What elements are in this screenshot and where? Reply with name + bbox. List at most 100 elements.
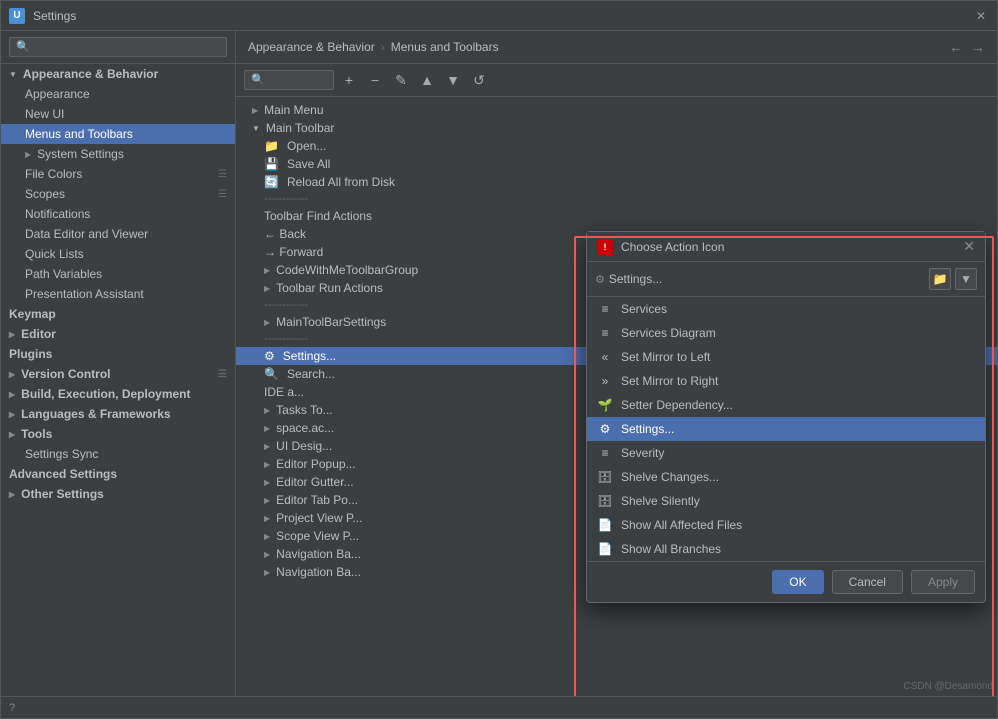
sidebar-item-keymap[interactable]: Keymap <box>1 304 235 324</box>
dialog-item-services[interactable]: ≡ Services <box>587 297 985 321</box>
dialog-item-show-all-affected[interactable]: 📄 Show All Affected Files <box>587 513 985 537</box>
sidebar-item-data-editor[interactable]: Data Editor and Viewer <box>1 224 235 244</box>
sidebar-item-plugins[interactable]: Plugins <box>1 344 235 364</box>
breadcrumb: Appearance & Behavior › Menus and Toolba… <box>236 31 997 64</box>
sidebar-item-other-settings[interactable]: ▶ Other Settings <box>1 484 235 504</box>
dialog-apply-button[interactable]: Apply <box>911 570 975 594</box>
dialog-cancel-button[interactable]: Cancel <box>832 570 903 594</box>
sidebar-search-input[interactable] <box>9 37 227 57</box>
tree-item-label: Search... <box>287 367 335 381</box>
sidebar-item-path-variables[interactable]: Path Variables <box>1 264 235 284</box>
tree-item-label: Scope View P... <box>276 529 359 543</box>
tree-item-label: ← Back <box>264 227 306 241</box>
choose-action-icon-dialog: ! Choose Action Icon ✕ ⚙ 📁 ▼ ≡ Services <box>586 231 986 603</box>
sidebar-item-menus-toolbars[interactable]: Menus and Toolbars <box>1 124 235 144</box>
mirror-right-icon: » <box>597 373 613 389</box>
sidebar-item-tools[interactable]: ▶ Tools <box>1 424 235 444</box>
expand-icon: ▶ <box>264 424 270 433</box>
tree-item-save-all[interactable]: 💾 Save All <box>236 155 997 173</box>
expand-icon: ▶ <box>264 284 270 293</box>
setter-dependency-icon: 🌱 <box>597 397 613 413</box>
dialog-dropdown-button[interactable]: ▼ <box>955 268 977 290</box>
tree-item-label: Project View P... <box>276 511 362 525</box>
nav-back-button[interactable]: ← <box>949 39 963 55</box>
expand-icon: ▶ <box>264 478 270 487</box>
sidebar-item-notifications[interactable]: Notifications <box>1 204 235 224</box>
sidebar-item-scopes[interactable]: Scopes ☰ <box>1 184 235 204</box>
dialog-item-label: Services <box>621 302 667 316</box>
dialog-item-settings[interactable]: ⚙ Settings... <box>587 417 985 441</box>
toolbar-search-input[interactable] <box>244 70 334 90</box>
dialog-ok-button[interactable]: OK <box>772 570 823 594</box>
tree-item-main-menu[interactable]: ▶ Main Menu <box>236 101 997 119</box>
dialog-item-setter-dependency[interactable]: 🌱 Setter Dependency... <box>587 393 985 417</box>
move-down-button[interactable]: ▼ <box>442 69 464 91</box>
tree-item-label: → Forward <box>264 245 323 259</box>
tree-item-label: Navigation Ba... <box>276 565 361 579</box>
dialog-item-services-diagram[interactable]: ≡ Services Diagram <box>587 321 985 345</box>
close-button[interactable]: ✕ <box>973 8 989 24</box>
tree-item-toolbar-find[interactable]: Toolbar Find Actions <box>236 207 997 225</box>
sidebar-item-appearance-behavior[interactable]: ▼ Appearance & Behavior <box>1 64 235 84</box>
services-icon: ≡ <box>597 301 613 317</box>
tree-item-main-toolbar[interactable]: ▼ Main Toolbar <box>236 119 997 137</box>
watermark: CSDN @Desamond <box>903 681 993 692</box>
expand-icon: ▶ <box>9 430 15 439</box>
sidebar-item-system-settings[interactable]: ▶ System Settings <box>1 144 235 164</box>
sidebar-item-presentation[interactable]: Presentation Assistant <box>1 284 235 304</box>
scopes-icon: ☰ <box>218 189 227 200</box>
tree-item-label: Reload All from Disk <box>287 175 395 189</box>
help-button[interactable]: ? <box>9 702 15 714</box>
sidebar-item-build[interactable]: ▶ Build, Execution, Deployment <box>1 384 235 404</box>
sidebar-item-new-ui[interactable]: New UI <box>1 104 235 124</box>
breadcrumb-part1: Appearance & Behavior <box>248 40 375 54</box>
sidebar-item-advanced-settings[interactable]: Advanced Settings <box>1 464 235 484</box>
sidebar-item-version-control[interactable]: ▶ Version Control ☰ <box>1 364 235 384</box>
expand-icon: ▶ <box>252 106 258 115</box>
tree-item-label: Settings... <box>283 349 336 363</box>
title-bar: U Settings ✕ <box>1 1 997 31</box>
dialog-close-button[interactable]: ✕ <box>963 238 975 255</box>
folder-icon: 📁 <box>264 139 279 153</box>
sidebar-item-settings-sync[interactable]: Settings Sync <box>1 444 235 464</box>
shelve-changes-icon: 🗄 <box>597 469 613 485</box>
add-button[interactable]: + <box>338 69 360 91</box>
dialog-item-label: Show All Affected Files <box>621 518 742 532</box>
sidebar-item-appearance[interactable]: Appearance <box>1 84 235 104</box>
dialog-item-severity[interactable]: ≡ Severity <box>587 441 985 465</box>
nav-forward-button[interactable]: → <box>971 39 985 55</box>
tree-item-open[interactable]: 📁 Open... <box>236 137 997 155</box>
bottom-bar: ? <box>1 696 997 718</box>
main-content: ▼ Appearance & Behavior Appearance New U… <box>1 31 997 696</box>
show-all-affected-icon: 📄 <box>597 517 613 533</box>
expand-icon: ▶ <box>264 550 270 559</box>
dialog-title: Choose Action Icon <box>621 240 955 254</box>
sidebar-item-quick-lists[interactable]: Quick Lists <box>1 244 235 264</box>
reset-button[interactable]: ↺ <box>468 69 490 91</box>
sidebar-item-file-colors[interactable]: File Colors ☰ <box>1 164 235 184</box>
severity-icon: ≡ <box>597 445 613 461</box>
shelve-silently-icon: 🗄 <box>597 493 613 509</box>
expand-icon: ▶ <box>264 318 270 327</box>
dialog-item-label: Setter Dependency... <box>621 398 733 412</box>
expand-icon: ▶ <box>264 460 270 469</box>
dialog-item-shelve-silently[interactable]: 🗄 Shelve Silently <box>587 489 985 513</box>
remove-button[interactable]: − <box>364 69 386 91</box>
dialog-folder-button[interactable]: 📁 <box>929 268 951 290</box>
tree-item-reload[interactable]: 🔄 Reload All from Disk <box>236 173 997 191</box>
show-all-branches-icon: 📄 <box>597 541 613 557</box>
edit-button[interactable]: ✎ <box>390 69 412 91</box>
dialog-item-show-all-branches[interactable]: 📄 Show All Branches <box>587 537 985 561</box>
app-icon: U <box>9 8 25 24</box>
dialog-search-input[interactable] <box>609 272 925 286</box>
dialog-item-shelve-changes[interactable]: 🗄 Shelve Changes... <box>587 465 985 489</box>
move-up-button[interactable]: ▲ <box>416 69 438 91</box>
dialog-item-set-mirror-right[interactable]: » Set Mirror to Right <box>587 369 985 393</box>
tree-item-label: UI Desig... <box>276 439 332 453</box>
sidebar-item-editor[interactable]: ▶ Editor <box>1 324 235 344</box>
dialog-item-set-mirror-left[interactable]: « Set Mirror to Left <box>587 345 985 369</box>
expand-icon: ▶ <box>9 490 15 499</box>
sidebar-item-languages[interactable]: ▶ Languages & Frameworks <box>1 404 235 424</box>
tree-item-label: Save All <box>287 157 330 171</box>
toolbar: + − ✎ ▲ ▼ ↺ <box>236 64 997 97</box>
